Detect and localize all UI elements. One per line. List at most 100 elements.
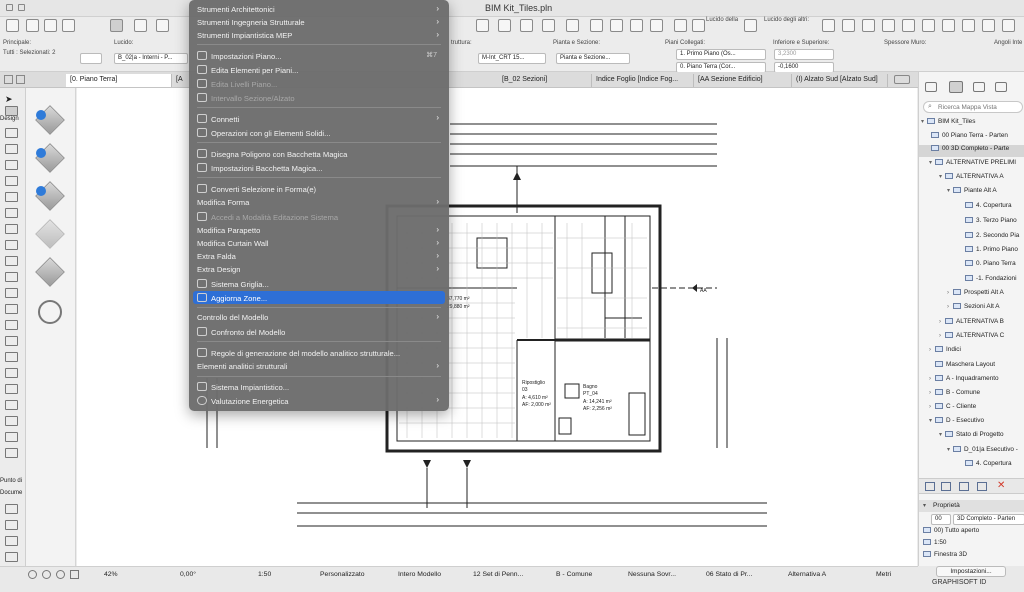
tree-item-story[interactable]: 4. Copertura [965, 202, 1024, 214]
menu-item-operazioni-solidi[interactable]: Operazioni con gli Elementi Solidi... [193, 126, 445, 139]
3d-icon[interactable] [842, 19, 855, 32]
tab-menu-icon[interactable] [894, 75, 910, 84]
menu-item-valutazione-energetica[interactable]: Valutazione Energetica › [193, 394, 445, 407]
menu-item-sistema-griglia[interactable]: Sistema Griglia... [193, 277, 445, 290]
menu-item-modifica-curtain-wall[interactable]: Modifica Curtain Wall › [193, 237, 445, 250]
wall-method-icon[interactable] [134, 19, 147, 32]
scale-selector[interactable]: 1:50 [258, 571, 271, 578]
tree-item-story[interactable]: 2. Secondo Pia [965, 232, 1024, 244]
tree-item-folder[interactable]: ▾ ALTERNATIVA A [939, 173, 1024, 185]
eyedropper-icon[interactable] [44, 19, 57, 32]
structure-dropdown[interactable]: M-Int_CRT 15... [478, 53, 546, 64]
window-tool-icon[interactable] [5, 160, 18, 170]
reference-line-icon[interactable] [156, 19, 169, 32]
skylight-tool-icon[interactable] [5, 384, 18, 394]
delete-icon[interactable]: ✕ [997, 480, 1005, 491]
label-tool-icon[interactable] [5, 552, 18, 562]
floor-plan-section-dropdown[interactable]: Pianta e Sezione... [556, 53, 630, 64]
menu-item-impostazioni-bacchetta[interactable]: Impostazioni Bacchetta Magica... [193, 161, 445, 174]
menu-item-strumenti-architettonici[interactable]: Strumenti Architettonici › [193, 3, 445, 16]
curtain-wall-tool-icon[interactable] [5, 272, 18, 282]
slab-tool-icon[interactable] [5, 208, 18, 218]
menu-item-sistema-impiantistico[interactable]: Sistema Impiantistico... [193, 380, 445, 393]
stair-tool-icon[interactable] [5, 256, 18, 266]
menu-item-bacchetta-magica[interactable]: Disegna Poligono con Bacchetta Magica [193, 147, 445, 160]
publish-icon[interactable] [962, 19, 975, 32]
tree-item-folder[interactable]: ▾ Piante Alt A [947, 187, 1024, 199]
clone-view-icon[interactable] [941, 482, 951, 491]
tree-item-folder[interactable]: › ALTERNATIVA C [939, 332, 1024, 344]
pen-set-selector[interactable]: 12 Set di Penn... [473, 571, 523, 578]
wall-shape-field[interactable] [80, 53, 102, 64]
refresh-icon[interactable] [38, 300, 62, 324]
undo-icon[interactable] [6, 4, 13, 11]
morph-tool-icon[interactable] [5, 304, 18, 314]
corner-window-tool-icon[interactable] [5, 416, 18, 426]
navigator-search-field[interactable]: ⌕ [923, 101, 1023, 113]
menu-item-strumenti-strutturale[interactable]: Strumenti Ingegneria Strutturale › [193, 16, 445, 29]
undo-view-icon[interactable] [28, 570, 37, 579]
view-map-icon[interactable] [949, 81, 963, 93]
wall-tool-icon[interactable] [5, 128, 18, 138]
tree-item-story[interactable]: 0. Piano Terra [965, 260, 1024, 272]
add-icon[interactable] [36, 110, 46, 120]
project-map-icon[interactable] [925, 82, 937, 92]
tree-item-project[interactable]: ▾ BIM Kit_Tiles [921, 118, 1024, 130]
tab-list-icon[interactable] [4, 75, 13, 84]
tab-history-icon[interactable] [16, 75, 25, 84]
zoom-in-icon[interactable] [42, 570, 51, 579]
magic-wand-icon[interactable] [476, 19, 489, 32]
railing-tool-icon[interactable] [5, 288, 18, 298]
layer-combination-icon[interactable] [566, 19, 579, 32]
mvo-selector[interactable]: B - Comune [556, 571, 592, 578]
flag-icon-2[interactable] [610, 19, 623, 32]
pointer-tool-icon[interactable]: ➤ [5, 94, 18, 104]
top-linked-story[interactable]: 1. Primo Piano (Os... [676, 49, 766, 60]
trace-icon[interactable] [542, 19, 555, 32]
tab-b02-sezioni[interactable]: [B_02 Sezioni] [498, 74, 592, 87]
zoom-level[interactable]: 42% [104, 571, 118, 578]
tree-item-folder[interactable]: › ALTERNATIVA B [939, 318, 1024, 330]
level-dimension-tool-icon[interactable] [5, 520, 18, 530]
dimension-tool-icon[interactable] [5, 504, 18, 514]
tree-item-folder[interactable]: ▾ ALTERNATIVE PRELIMI [929, 159, 1024, 171]
settings-icon[interactable] [977, 482, 987, 491]
redo-icon[interactable] [18, 4, 25, 11]
scale-row[interactable]: 1:50 [923, 539, 1024, 551]
model-view-selector[interactable]: Intero Modello [398, 571, 441, 578]
arrow-tool-icon[interactable] [6, 19, 19, 32]
tree-item-folder[interactable]: › Sezioni Alt A [947, 303, 1024, 315]
lamp-tool-icon-2[interactable] [5, 448, 18, 458]
tree-item-folder[interactable]: › Prospetti Alt A [947, 289, 1024, 301]
lock-icon[interactable] [744, 19, 757, 32]
tree-item-view[interactable]: 00 Piano Terra - Parten [931, 132, 1024, 144]
elevation-icon[interactable] [882, 19, 895, 32]
tab-alzato-sud[interactable]: (I) Alzato Sud [Alzato Sud] [792, 74, 888, 87]
publisher-sets-icon[interactable] [995, 82, 1007, 92]
object-tool-icon[interactable] [5, 320, 18, 330]
teamwork-icon[interactable] [982, 19, 995, 32]
remove-icon[interactable] [36, 186, 46, 196]
help-icon[interactable] [1002, 19, 1015, 32]
menu-item-connetti[interactable]: Connetti › [193, 112, 445, 125]
tab-piano-terra[interactable]: [0. Piano Terra] [66, 74, 172, 87]
layer-dropdown[interactable]: B_02|a - Interni - P... [114, 53, 188, 64]
menu-item-converti-selezione[interactable]: Converti Selezione in Forma(e) [193, 182, 445, 195]
wall-end-tool-icon[interactable] [5, 432, 18, 442]
menu-item-modifica-parapetto[interactable]: Modifica Parapetto › [193, 224, 445, 237]
geometry-method-icon[interactable] [110, 19, 123, 32]
menu-item-aggiorna-zone[interactable]: Aggiorna Zone... [193, 291, 445, 304]
lamp-tool-icon[interactable] [5, 368, 18, 378]
marquee-icon[interactable] [26, 19, 39, 32]
layout-icon[interactable] [942, 19, 955, 32]
navigator-search-input[interactable] [938, 103, 1020, 112]
gravity-icon[interactable] [498, 19, 511, 32]
grid-icon[interactable] [674, 19, 687, 32]
fit-in-window-icon[interactable] [70, 570, 79, 579]
renovation-filter-selector[interactable]: 06 Stato di Pr... [706, 571, 752, 578]
zoom-out-icon[interactable] [56, 570, 65, 579]
tree-item-story[interactable]: 1. Primo Piano [965, 246, 1024, 258]
view-icon[interactable] [822, 19, 835, 32]
beam-tool-icon[interactable] [5, 192, 18, 202]
worksheet-icon[interactable] [922, 19, 935, 32]
